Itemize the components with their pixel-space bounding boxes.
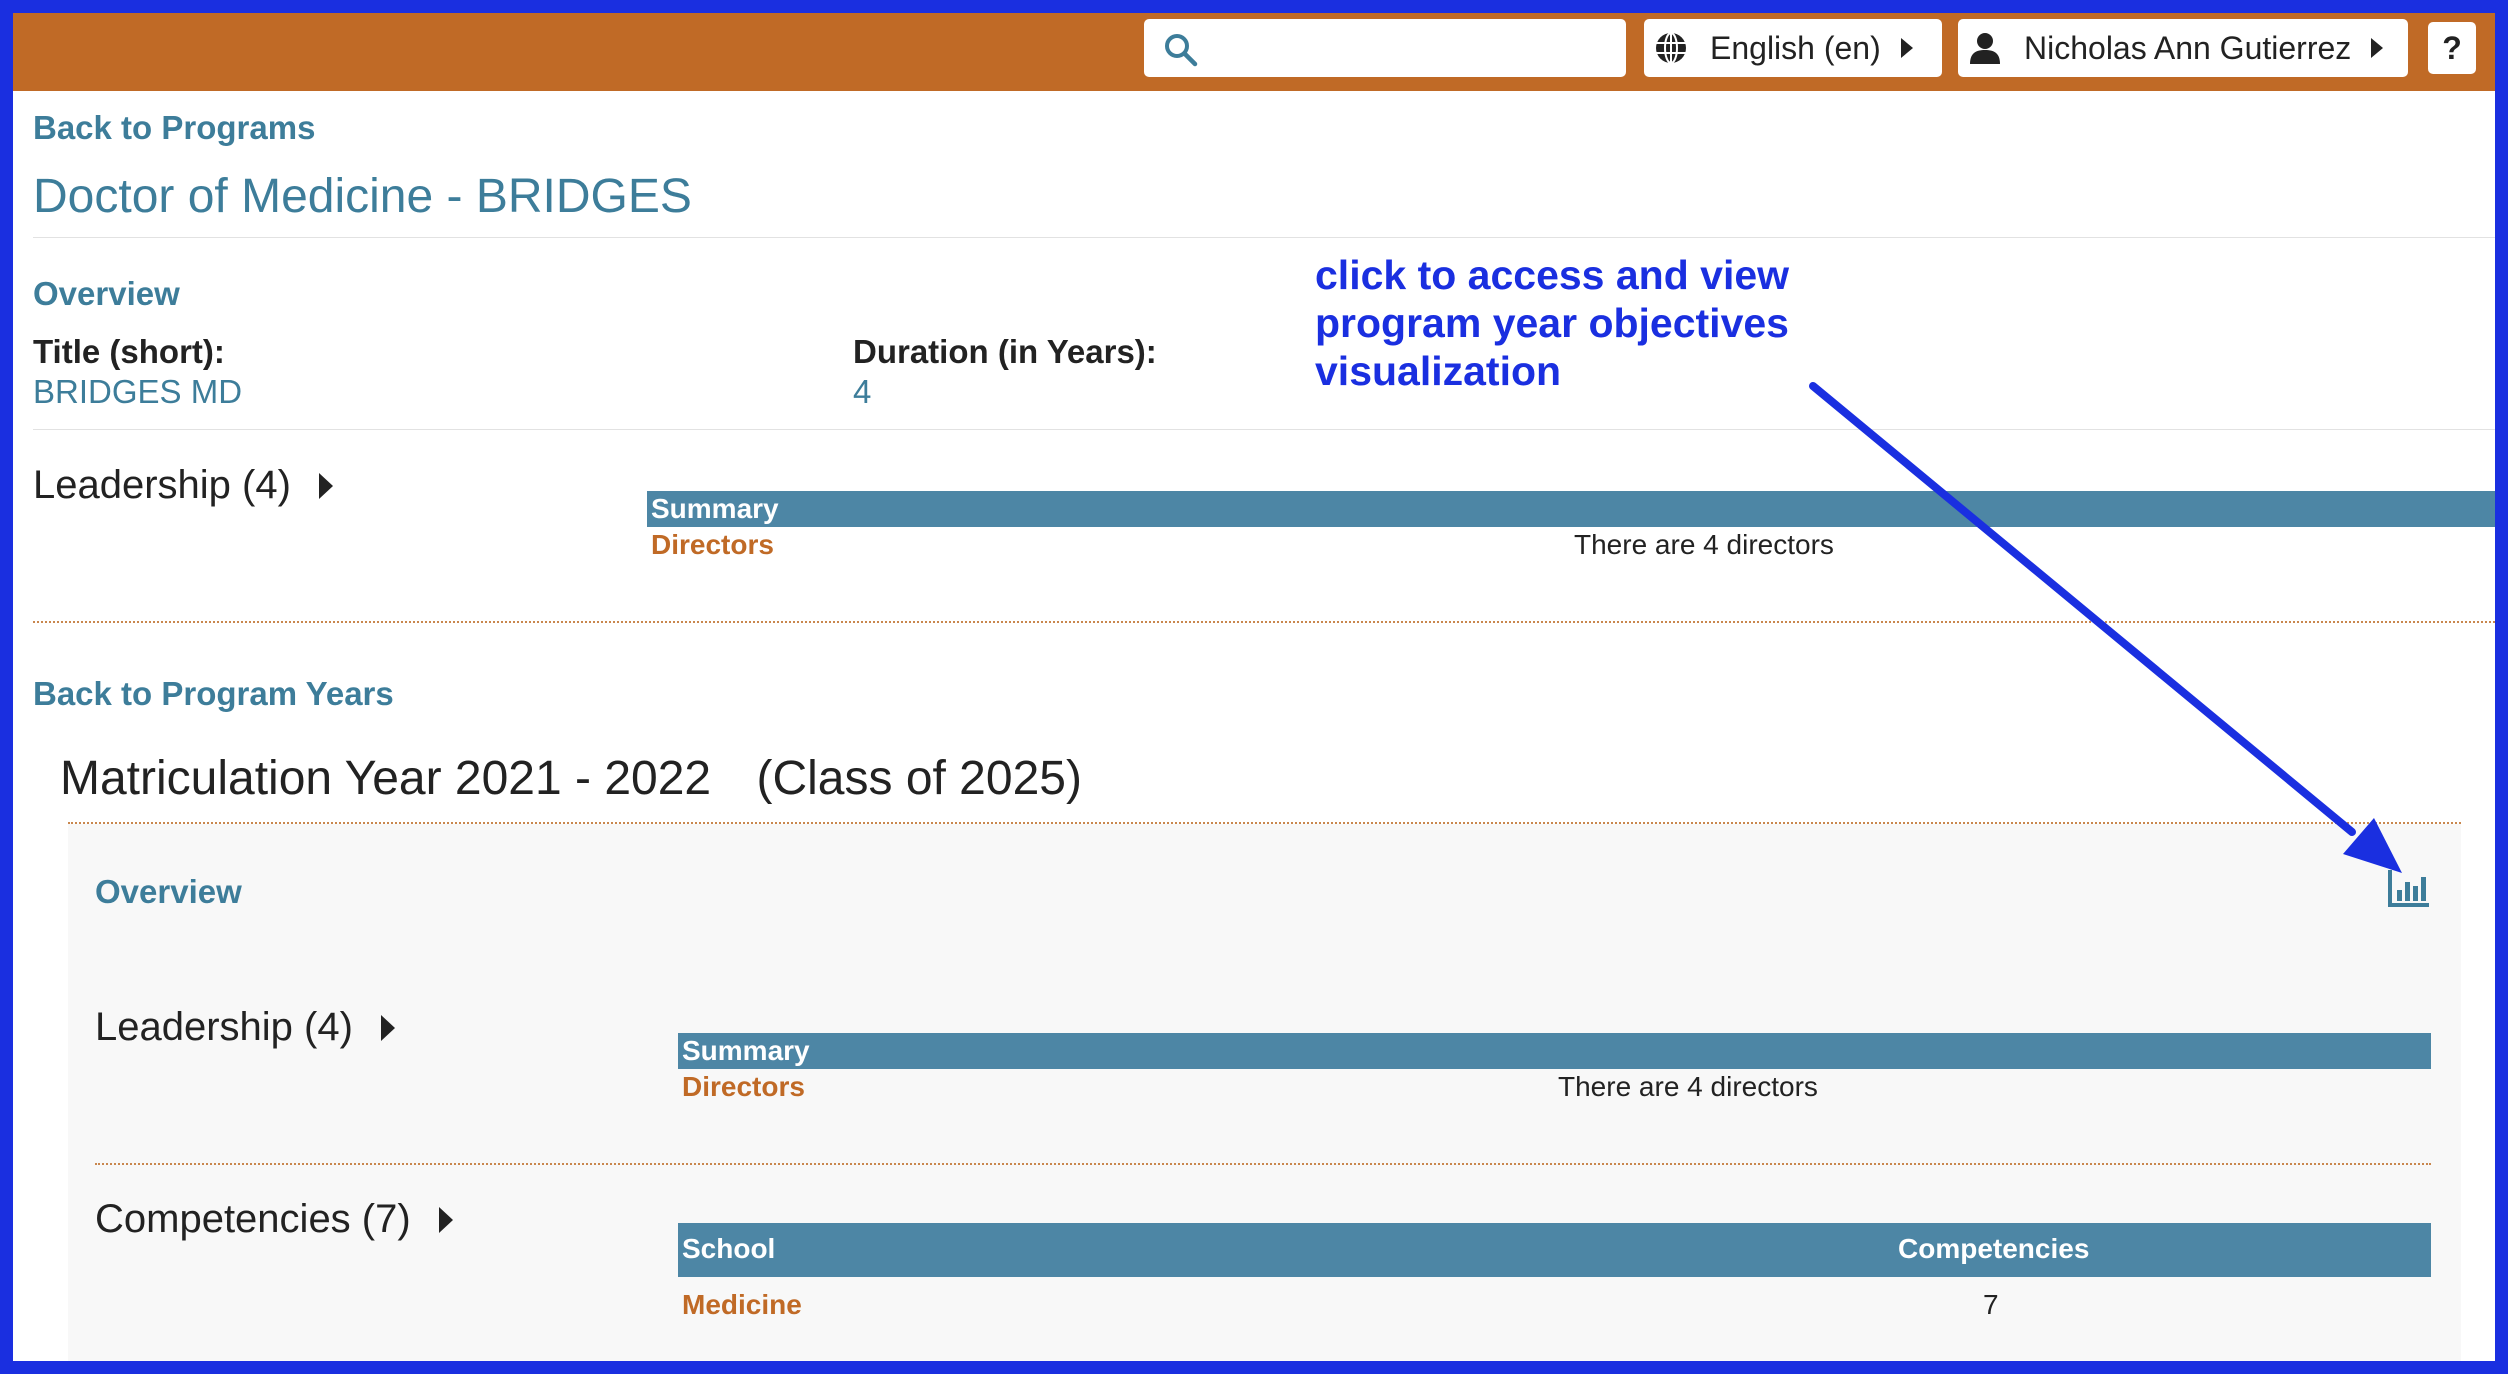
app-frame: English (en) Nicholas Ann Gutierrez ? Ba… [13, 13, 2495, 1361]
annotation-arrow [1809, 382, 2402, 873]
